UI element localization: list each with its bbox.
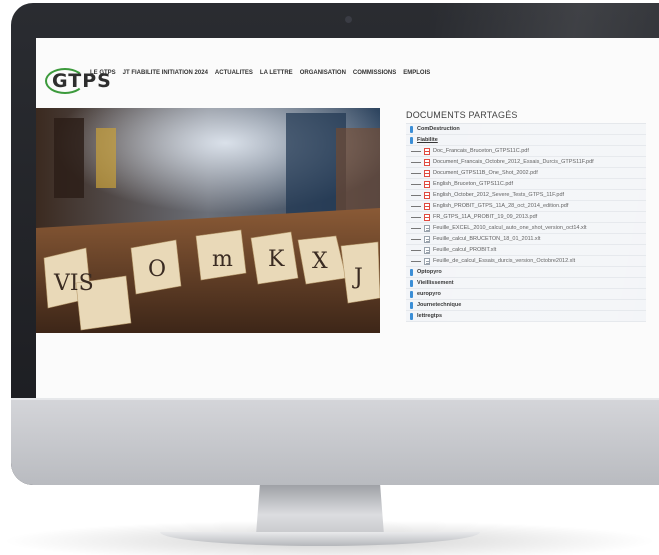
file-name: Document_Francais_Octobre_2012_Essais_Du… — [433, 159, 594, 165]
hero-photo-illustration: VIS O m K X J — [36, 108, 380, 333]
monitor-chin — [11, 400, 659, 485]
tree-connector — [411, 227, 421, 229]
folder-icon — [410, 279, 413, 287]
tree-connector — [411, 205, 421, 207]
file-tree: ComDestruction Fiabilite Doc_Francais_Br… — [406, 123, 646, 322]
folder-lettregtps[interactable]: lettregtps — [406, 311, 646, 322]
nav-le-gtps[interactable]: LE GTPS — [90, 70, 116, 76]
spreadsheet-icon — [424, 224, 430, 232]
folder-label: ComDestruction — [417, 126, 460, 132]
camera-icon — [345, 16, 352, 23]
screen: GTPS LE GTPS JT FIABILITE INITIATION 202… — [36, 38, 659, 398]
gtps-logo[interactable]: GTPS — [42, 66, 111, 94]
folder-label: europyro — [417, 291, 441, 297]
pdf-icon — [424, 169, 430, 177]
svg-text:J: J — [352, 265, 363, 290]
tree-connector — [411, 183, 421, 185]
nav-actualites[interactable]: ACTUALITES — [215, 70, 253, 76]
file-name: Doc_Francais_Bruceton_GTPS11C.pdf — [433, 148, 529, 154]
svg-text:O: O — [148, 257, 166, 282]
folder-europyro[interactable]: europyro — [406, 289, 646, 300]
folder-icon — [410, 125, 413, 133]
svg-text:m: m — [212, 247, 233, 272]
file-name: English_PROBIT_GTPS_11A_28_oct_2014_edit… — [433, 203, 569, 209]
pdf-icon — [424, 147, 430, 155]
documents-title: DOCUMENTS PARTAGÉS — [406, 110, 518, 120]
file-name: Document_GTPS11B_One_Shot_2002.pdf — [433, 170, 538, 176]
pdf-icon — [424, 213, 430, 221]
file-name: Feuille_calcul_BRUCETON_18_01_2011.xlt — [433, 236, 541, 242]
folder-icon — [410, 301, 413, 309]
file-row[interactable]: English_October_2012_Severe_Tests_GTPS_1… — [406, 190, 646, 201]
site-header: GTPS LE GTPS JT FIABILITE INITIATION 202… — [36, 60, 659, 94]
file-row[interactable]: Feuille_de_calcul_Essais_durcis_version_… — [406, 256, 646, 267]
file-row[interactable]: English_PROBIT_GTPS_11A_28_oct_2014_edit… — [406, 201, 646, 212]
nav-jt-fiabilite[interactable]: JT FIABILITE INITIATION 2024 — [123, 70, 208, 76]
tree-connector — [411, 260, 421, 262]
nav-emplois[interactable]: EMPLOIS — [403, 70, 430, 76]
folder-icon — [410, 268, 413, 276]
file-name: Feuille_calcul_PROBIT.xlt — [433, 247, 497, 253]
svg-text:X: X — [312, 249, 328, 274]
monitor-stand-neck — [256, 485, 384, 535]
nav-commissions[interactable]: COMMISSIONS — [353, 70, 396, 76]
pdf-icon — [424, 202, 430, 210]
file-name: Feuille_de_calcul_Essais_durcis_version_… — [433, 258, 576, 264]
pdf-icon — [424, 180, 430, 188]
folder-icon — [410, 312, 413, 320]
file-name: FR_GTPS_11A_PROBIT_19_09_2013.pdf — [433, 214, 538, 220]
file-row[interactable]: Feuille_EXCEL_2010_calcul_auto_one_shot_… — [406, 223, 646, 234]
folder-fiabilite[interactable]: Fiabilite — [406, 135, 646, 146]
svg-text:K: K — [268, 247, 285, 272]
spreadsheet-icon — [424, 246, 430, 254]
spreadsheet-icon — [424, 257, 430, 265]
spreadsheet-icon — [424, 235, 430, 243]
folder-vieillissement[interactable]: Vieillissement — [406, 278, 646, 289]
file-name: Feuille_EXCEL_2010_calcul_auto_one_shot_… — [433, 225, 587, 231]
tree-connector — [411, 238, 421, 240]
documents-panel: DOCUMENTS PARTAGÉS ComDestruction Fiabil… — [406, 110, 646, 322]
folder-journetechnique[interactable]: Journetechnique — [406, 300, 646, 311]
tree-connector — [411, 172, 421, 174]
folder-label: Journetechnique — [417, 302, 462, 308]
folder-label: lettregtps — [417, 313, 443, 319]
folder-label: Vieillissement — [417, 280, 454, 286]
file-name: English_Bruceton_GTPS11C.pdf — [433, 181, 513, 187]
folder-label: Fiabilite — [417, 137, 438, 143]
main-menu: LE GTPS JT FIABILITE INITIATION 2024 ACT… — [90, 70, 430, 76]
file-row[interactable]: FR_GTPS_11A_PROBIT_19_09_2013.pdf — [406, 212, 646, 223]
pdf-icon — [424, 191, 430, 199]
tree-connector — [411, 216, 421, 218]
file-row[interactable]: Document_Francais_Octobre_2012_Essais_Du… — [406, 157, 646, 168]
file-name: English_October_2012_Severe_Tests_GTPS_1… — [433, 192, 565, 198]
tree-connector — [411, 150, 421, 152]
tree-connector — [411, 161, 421, 163]
svg-text:VIS: VIS — [53, 271, 94, 296]
folder-comdestruction[interactable]: ComDestruction — [406, 124, 646, 135]
pdf-icon — [424, 158, 430, 166]
folder-optopyro[interactable]: Optopyro — [406, 267, 646, 278]
file-row[interactable]: Document_GTPS11B_One_Shot_2002.pdf — [406, 168, 646, 179]
nav-la-lettre[interactable]: LA LETTRE — [260, 70, 293, 76]
folder-icon — [410, 136, 413, 144]
file-row[interactable]: English_Bruceton_GTPS11C.pdf — [406, 179, 646, 190]
tree-connector — [411, 194, 421, 196]
tree-connector — [411, 249, 421, 251]
hero-image: VIS O m K X J — [36, 108, 380, 333]
file-row[interactable]: Doc_Francais_Bruceton_GTPS11C.pdf — [406, 146, 646, 157]
folder-label: Optopyro — [417, 269, 442, 275]
file-row[interactable]: Feuille_calcul_PROBIT.xlt — [406, 245, 646, 256]
file-row[interactable]: Feuille_calcul_BRUCETON_18_01_2011.xlt — [406, 234, 646, 245]
folder-icon — [410, 290, 413, 298]
nav-organisation[interactable]: ORGANISATION — [300, 70, 346, 76]
